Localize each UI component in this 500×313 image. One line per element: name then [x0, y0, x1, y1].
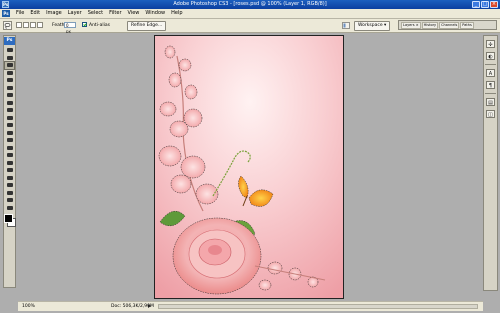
right-palette-strip: ✣ ◐ A ¶ ▤ ◫ — [483, 35, 498, 291]
options-bar: Feather: 0 px Anti-alias Refine Edge... … — [0, 19, 500, 34]
move-tool-icon[interactable] — [5, 47, 14, 54]
title-bar: Ps Adobe Photoshop CS3 - [roses.psd @ 10… — [0, 0, 500, 9]
lasso-icon[interactable] — [3, 21, 12, 30]
healing-brush-tool-icon[interactable] — [5, 92, 14, 99]
history-icon[interactable]: ◫ — [486, 110, 495, 118]
palette-separator — [485, 64, 496, 65]
photoshop-app-icon: Ps — [2, 1, 9, 8]
status-bar: 100% Doc: 506,3K/2,90M — [18, 301, 483, 311]
subtract-selection-icon[interactable] — [30, 22, 36, 28]
gradient-tool-icon[interactable] — [5, 130, 14, 137]
menu-bar: Ps File Edit Image Layer Select Filter V… — [0, 9, 500, 19]
paragraph-icon[interactable]: ¶ — [486, 81, 495, 89]
character-icon[interactable]: A — [486, 69, 495, 77]
notes-tool-icon[interactable] — [5, 182, 14, 189]
menu-file[interactable]: File — [13, 9, 27, 18]
maximize-icon[interactable]: □ — [481, 1, 489, 8]
marquee-tool-icon[interactable] — [5, 55, 14, 62]
menu-select[interactable]: Select — [85, 9, 106, 18]
blur-tool-icon[interactable] — [5, 137, 14, 144]
horizontal-scrollbar[interactable] — [158, 304, 478, 309]
well-tab-history[interactable]: History — [421, 21, 439, 29]
palette-separator-2 — [485, 93, 496, 94]
navigator-icon[interactable]: ✣ — [486, 40, 495, 48]
workspace-button[interactable]: Workspace ▾ — [354, 21, 391, 31]
dodge-tool-icon[interactable] — [5, 145, 14, 152]
color-swatches — [4, 214, 16, 227]
document-canvas[interactable] — [154, 35, 344, 299]
feather-field[interactable]: 0 px — [64, 22, 76, 34]
new-selection-icon[interactable] — [16, 22, 22, 28]
foreground-color-swatch[interactable] — [4, 214, 13, 223]
toolbox-ps-logo[interactable]: Ps — [4, 37, 15, 45]
well-tab-layers[interactable]: Layers × — [401, 21, 421, 29]
minimize-icon[interactable]: _ — [472, 1, 480, 8]
layers-icon[interactable]: ▤ — [486, 98, 495, 106]
antialias-label: Anti-alias — [89, 23, 110, 28]
window-title: Adobe Photoshop CS3 - [roses.psd @ 100% … — [173, 1, 327, 7]
refine-edge-button[interactable]: Refine Edge... — [127, 21, 167, 31]
shape-tool-icon[interactable] — [5, 175, 14, 182]
zoom-level[interactable]: 100% — [22, 302, 35, 311]
brush-tool-icon[interactable] — [5, 100, 14, 107]
slice-tool-icon[interactable] — [5, 85, 14, 92]
close-icon[interactable]: × — [490, 1, 498, 8]
pen-tool-icon[interactable] — [5, 152, 14, 159]
eraser-tool-icon[interactable] — [5, 122, 14, 129]
menu-image[interactable]: Image — [43, 9, 65, 18]
crop-tool-icon[interactable] — [5, 77, 14, 84]
magic-wand-tool-icon[interactable] — [5, 70, 14, 77]
menu-view[interactable]: View — [125, 9, 143, 18]
workspace-icon[interactable] — [342, 22, 350, 29]
pink-rose — [172, 217, 262, 295]
add-selection-icon[interactable] — [23, 22, 29, 28]
menu-window[interactable]: Window — [142, 9, 168, 18]
palette-well: Layers × History Channels Paths — [398, 20, 497, 30]
window-controls: _ □ × — [472, 1, 498, 8]
zoom-tool-icon[interactable] — [5, 205, 14, 212]
type-tool-icon[interactable] — [5, 160, 14, 167]
intersect-selection-icon[interactable] — [37, 22, 43, 28]
clone-stamp-tool-icon[interactable] — [5, 107, 14, 114]
lasso-tool-icon[interactable] — [4, 61, 15, 70]
color-icon[interactable]: ◐ — [486, 52, 495, 60]
antialias-checkbox[interactable] — [82, 22, 87, 27]
path-select-tool-icon[interactable] — [5, 167, 14, 174]
selection-mode-group — [16, 22, 43, 28]
menu-filter[interactable]: Filter — [106, 9, 124, 18]
menu-layer[interactable]: Layer — [65, 9, 85, 18]
hand-tool-icon[interactable] — [5, 197, 14, 204]
menu-edit[interactable]: Edit — [27, 9, 43, 18]
ps-menu-logo[interactable]: Ps — [2, 10, 10, 17]
status-menu-arrow-icon[interactable] — [148, 304, 151, 308]
history-brush-tool-icon[interactable] — [5, 115, 14, 122]
well-tab-channels[interactable]: Channels — [439, 21, 460, 29]
well-tab-paths[interactable]: Paths — [460, 21, 474, 29]
eyedropper-tool-icon[interactable] — [5, 190, 14, 197]
toolbox: Ps — [3, 35, 16, 288]
menu-help[interactable]: Help — [168, 9, 185, 18]
